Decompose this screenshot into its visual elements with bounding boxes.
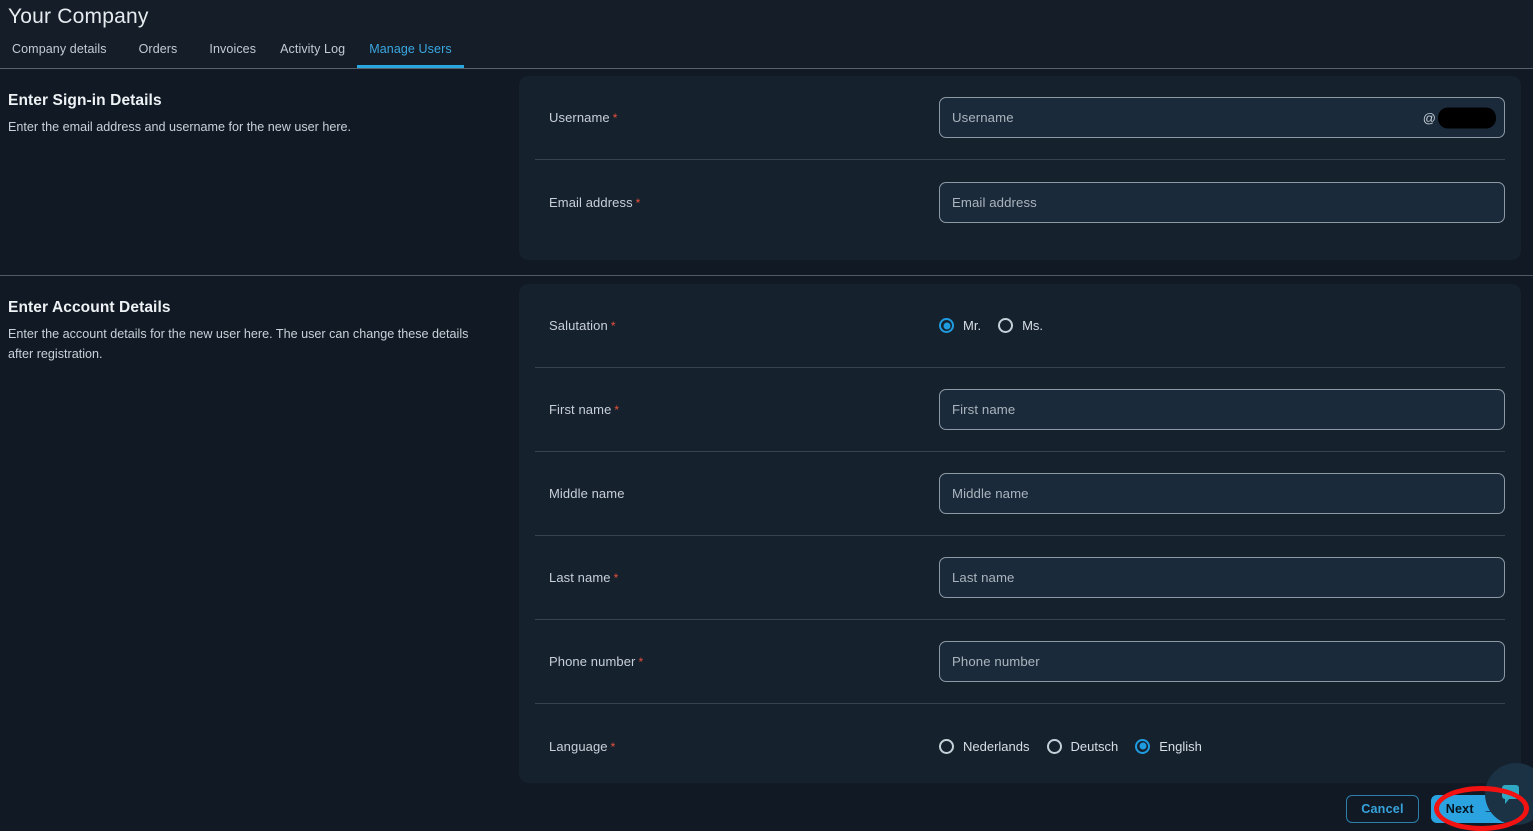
email-label: Email address * <box>535 195 939 210</box>
email-required-asterisk: * <box>635 195 641 210</box>
radio-selected-icon[interactable] <box>939 318 954 333</box>
account-details-card: Salutation * Mr. Ms. First name * First … <box>519 284 1521 783</box>
field-row-language: Language * Nederlands Deutsch English <box>535 704 1505 788</box>
salutation-option-mr-label: Mr. <box>963 318 982 333</box>
signin-section-text: Enter Sign-in Details Enter the email ad… <box>8 92 488 137</box>
page-header: Your Company Company details Orders Invo… <box>0 0 1533 69</box>
phone-number-control: Phone number <box>939 641 1505 682</box>
page-footer: Cancel Next → <box>0 763 1533 831</box>
first-name-control: First name <box>939 389 1505 430</box>
tab-company-details[interactable]: Company details <box>0 36 119 65</box>
username-label-text: Username <box>549 110 610 125</box>
language-option-nederlands[interactable]: Nederlands <box>939 738 1030 754</box>
language-option-english-label: English <box>1159 738 1202 754</box>
last-name-placeholder: Last name <box>952 570 1015 585</box>
language-option-english[interactable]: English <box>1135 738 1202 754</box>
salutation-label-text: Salutation <box>549 318 608 333</box>
username-input[interactable]: Username @ <box>939 97 1505 138</box>
language-option-deutsch-label: Deutsch <box>1070 738 1119 754</box>
field-row-first-name: First name * First name <box>535 368 1505 452</box>
field-row-phone-number: Phone number * Phone number <box>535 620 1505 704</box>
radio-unselected-icon[interactable] <box>998 318 1014 333</box>
last-name-control: Last name <box>939 557 1505 598</box>
language-control: Nederlands Deutsch English <box>939 738 1505 754</box>
field-row-email: Email address * Email address <box>535 160 1505 244</box>
middle-name-control: Middle name <box>939 473 1505 514</box>
middle-name-input[interactable]: Middle name <box>939 473 1505 514</box>
salutation-option-ms-label: Ms. <box>1022 318 1044 333</box>
email-control: Email address <box>939 181 1505 223</box>
salutation-option-ms[interactable]: Ms. <box>998 318 1043 333</box>
language-option-deutsch[interactable]: Deutsch <box>1046 738 1119 754</box>
account-section-title: Enter Account Details <box>8 299 171 316</box>
salutation-label: Salutation * <box>535 318 939 333</box>
last-name-label-text: Last name <box>549 570 611 585</box>
field-row-salutation: Salutation * Mr. Ms. <box>535 284 1505 368</box>
page-title: Your Company <box>8 5 149 28</box>
radio-unselected-icon[interactable] <box>1046 738 1062 754</box>
redacted-domain-block <box>1438 107 1496 128</box>
radio-unselected-icon[interactable] <box>939 738 954 754</box>
first-name-placeholder: First name <box>952 402 1016 417</box>
first-name-required-asterisk: * <box>614 403 620 417</box>
account-section-text: Enter Account Details Enter the account … <box>8 299 488 364</box>
username-required-asterisk: * <box>612 111 618 125</box>
salutation-required-asterisk: * <box>610 319 616 333</box>
salutation-control: Mr. Ms. <box>939 318 1505 333</box>
username-label: Username * <box>535 110 939 125</box>
chat-bubble-icon <box>1501 785 1519 804</box>
field-row-last-name: Last name * Last name <box>535 536 1505 620</box>
cancel-button[interactable]: Cancel <box>1346 795 1419 823</box>
first-name-label-text: First name <box>549 402 612 417</box>
phone-number-required-asterisk: * <box>638 655 644 669</box>
signin-details-card: Username * Username @ Email address * Em… <box>519 76 1521 260</box>
phone-number-label: Phone number * <box>535 654 939 669</box>
signin-section-title: Enter Sign-in Details <box>8 92 162 109</box>
last-name-label: Last name * <box>535 570 939 585</box>
first-name-label: First name * <box>535 402 939 417</box>
email-input[interactable]: Email address <box>939 181 1505 223</box>
phone-number-label-text: Phone number <box>549 654 636 669</box>
field-row-middle-name: Middle name Middle name <box>535 452 1505 536</box>
language-label: Language * <box>535 739 939 754</box>
signin-section-description: Enter the email address and username for… <box>8 120 352 134</box>
username-placeholder: Username <box>952 110 1014 125</box>
salutation-radio-group: Mr. Ms. <box>939 318 1043 333</box>
signin-details-section: Enter Sign-in Details Enter the email ad… <box>0 76 1533 275</box>
section-divider <box>0 275 1533 276</box>
next-button-label: Next <box>1445 802 1474 816</box>
language-label-text: Language <box>549 738 608 754</box>
tab-bar: Company details Orders Invoices Activity… <box>0 36 464 69</box>
field-row-username: Username * Username @ <box>535 76 1505 160</box>
middle-name-label: Middle name <box>535 486 939 501</box>
account-section-description: Enter the account details for the new us… <box>8 327 469 361</box>
phone-number-placeholder: Phone number <box>952 654 1040 669</box>
language-radio-group: Nederlands Deutsch English <box>939 738 1202 754</box>
header-divider <box>0 68 1533 69</box>
last-name-required-asterisk: * <box>613 571 619 585</box>
last-name-input[interactable]: Last name <box>939 557 1505 598</box>
username-control: Username @ <box>939 97 1505 138</box>
language-required-asterisk: * <box>610 739 616 754</box>
email-label-text: Email address <box>549 194 633 210</box>
phone-number-input[interactable]: Phone number <box>939 641 1505 682</box>
tab-orders[interactable]: Orders <box>119 36 198 65</box>
username-domain-suffix: @ <box>1423 107 1496 128</box>
radio-selected-icon[interactable] <box>1135 738 1151 754</box>
middle-name-label-text: Middle name <box>549 486 625 501</box>
at-symbol-icon: @ <box>1422 110 1436 125</box>
email-placeholder: Email address <box>952 194 1037 210</box>
middle-name-placeholder: Middle name <box>952 486 1029 501</box>
tab-invoices[interactable]: Invoices <box>197 36 268 65</box>
tab-manage-users[interactable]: Manage Users <box>357 36 464 68</box>
salutation-option-mr[interactable]: Mr. <box>939 318 981 333</box>
account-details-section: Enter Account Details Enter the account … <box>0 284 1533 783</box>
language-option-nederlands-label: Nederlands <box>963 738 1030 754</box>
page-root: Your Company Company details Orders Invo… <box>0 0 1533 831</box>
tab-activity-log[interactable]: Activity Log <box>268 36 357 65</box>
first-name-input[interactable]: First name <box>939 389 1505 430</box>
